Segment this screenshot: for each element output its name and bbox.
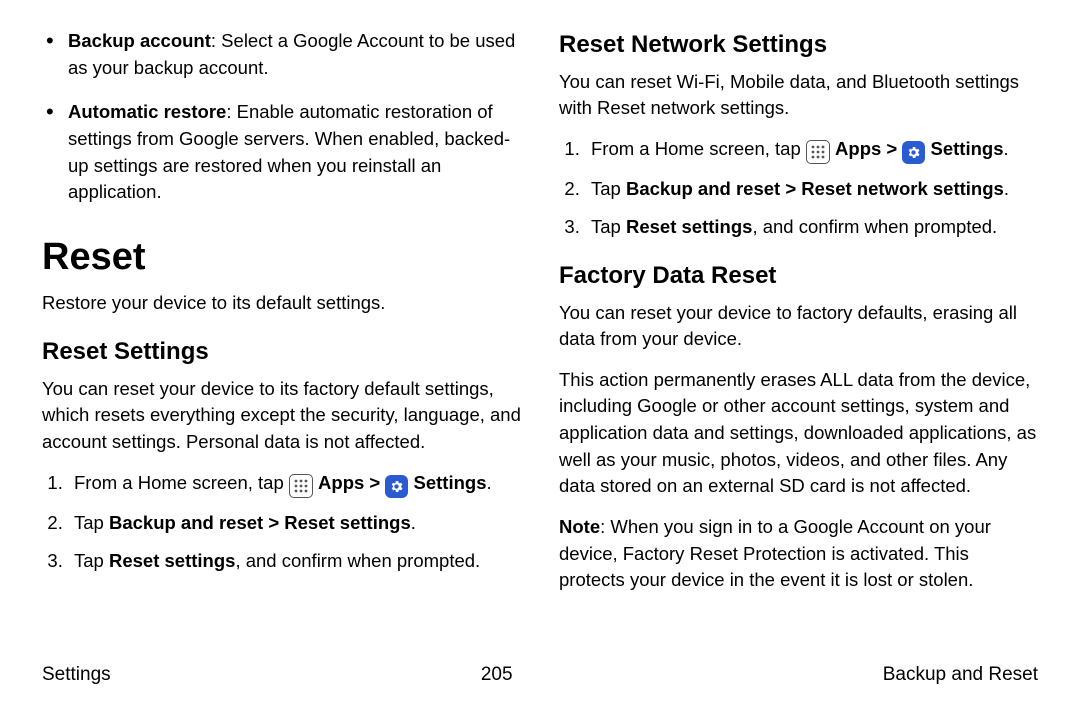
step-bold: Reset settings bbox=[109, 550, 235, 571]
step-text: Tap bbox=[74, 512, 109, 533]
apps-grid-icon bbox=[289, 474, 313, 498]
factory-reset-desc1: You can reset your device to factory def… bbox=[559, 300, 1038, 353]
steps-reset-network: From a Home screen, tap Apps > Settings.… bbox=[559, 136, 1038, 241]
step-text: From a Home screen, tap bbox=[591, 138, 806, 159]
step-item: Tap Backup and reset > Reset settings. bbox=[68, 510, 521, 537]
step-text: Tap bbox=[591, 216, 626, 237]
note-body: : When you sign in to a Google Account o… bbox=[559, 516, 991, 590]
step-bold: Backup and reset > Reset settings bbox=[109, 512, 411, 533]
settings-label: Settings bbox=[931, 138, 1004, 159]
list-item: Backup account: Select a Google Account … bbox=[68, 28, 521, 81]
step-item: From a Home screen, tap Apps > Settings. bbox=[585, 136, 1038, 164]
right-column: Reset Network Settings You can reset Wi-… bbox=[559, 28, 1038, 660]
steps-reset-settings: From a Home screen, tap Apps > Settings.… bbox=[42, 470, 521, 575]
list-item: Automatic restore: Enable automatic rest… bbox=[68, 99, 521, 206]
page-footer: Settings 205 Backup and Reset bbox=[0, 660, 1080, 686]
reset-network-desc: You can reset Wi-Fi, Mobile data, and Bl… bbox=[559, 69, 1038, 122]
apps-grid-icon bbox=[806, 140, 830, 164]
factory-reset-note: Note: When you sign in to a Google Accou… bbox=[559, 514, 1038, 594]
bullet-term: Automatic restore bbox=[68, 101, 226, 122]
step-text: From a Home screen, tap bbox=[74, 472, 289, 493]
step-item: Tap Backup and reset > Reset network set… bbox=[585, 176, 1038, 203]
step-bold: Backup and reset > Reset network setting… bbox=[626, 178, 1004, 199]
step-text: , and confirm when prompted. bbox=[235, 550, 480, 571]
heading-reset-network: Reset Network Settings bbox=[559, 28, 1038, 63]
step-text: Tap bbox=[74, 550, 109, 571]
heading-reset-sub: Restore your device to its default setti… bbox=[42, 290, 521, 317]
chevron-text: > bbox=[364, 472, 385, 493]
reset-settings-desc: You can reset your device to its factory… bbox=[42, 376, 521, 456]
heading-reset: Reset bbox=[42, 230, 521, 285]
left-column: Backup account: Select a Google Account … bbox=[42, 28, 521, 660]
chevron-text: > bbox=[881, 138, 902, 159]
step-item: From a Home screen, tap Apps > Settings. bbox=[68, 470, 521, 498]
heading-factory-reset: Factory Data Reset bbox=[559, 259, 1038, 294]
bullet-term: Backup account bbox=[68, 30, 211, 51]
apps-label: Apps bbox=[318, 472, 364, 493]
step-item: Tap Reset settings, and confirm when pro… bbox=[68, 548, 521, 575]
gear-icon bbox=[385, 475, 408, 498]
step-text: Tap bbox=[591, 178, 626, 199]
heading-reset-settings: Reset Settings bbox=[42, 335, 521, 370]
step-item: Tap Reset settings, and confirm when pro… bbox=[585, 214, 1038, 241]
footer-right: Backup and Reset bbox=[883, 664, 1038, 686]
settings-label: Settings bbox=[414, 472, 487, 493]
bullet-list: Backup account: Select a Google Account … bbox=[42, 28, 521, 206]
gear-icon bbox=[902, 141, 925, 164]
apps-label: Apps bbox=[835, 138, 881, 159]
step-text: , and confirm when prompted. bbox=[752, 216, 997, 237]
factory-reset-desc2: This action permanently erases ALL data … bbox=[559, 367, 1038, 500]
note-label: Note bbox=[559, 516, 600, 537]
footer-left: Settings bbox=[42, 664, 111, 686]
step-bold: Reset settings bbox=[626, 216, 752, 237]
footer-page-number: 205 bbox=[481, 664, 513, 686]
